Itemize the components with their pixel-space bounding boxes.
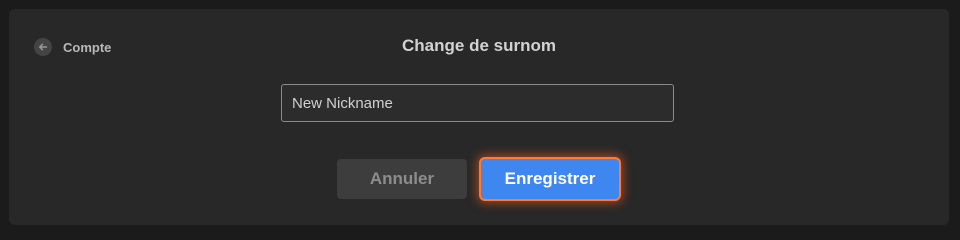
nickname-input[interactable] xyxy=(281,84,674,122)
nickname-dialog: Compte Change de surnom Annuler Enregist… xyxy=(9,9,949,225)
save-button[interactable]: Enregistrer xyxy=(481,159,619,199)
cancel-button[interactable]: Annuler xyxy=(337,159,467,199)
page-title: Change de surnom xyxy=(402,36,556,55)
